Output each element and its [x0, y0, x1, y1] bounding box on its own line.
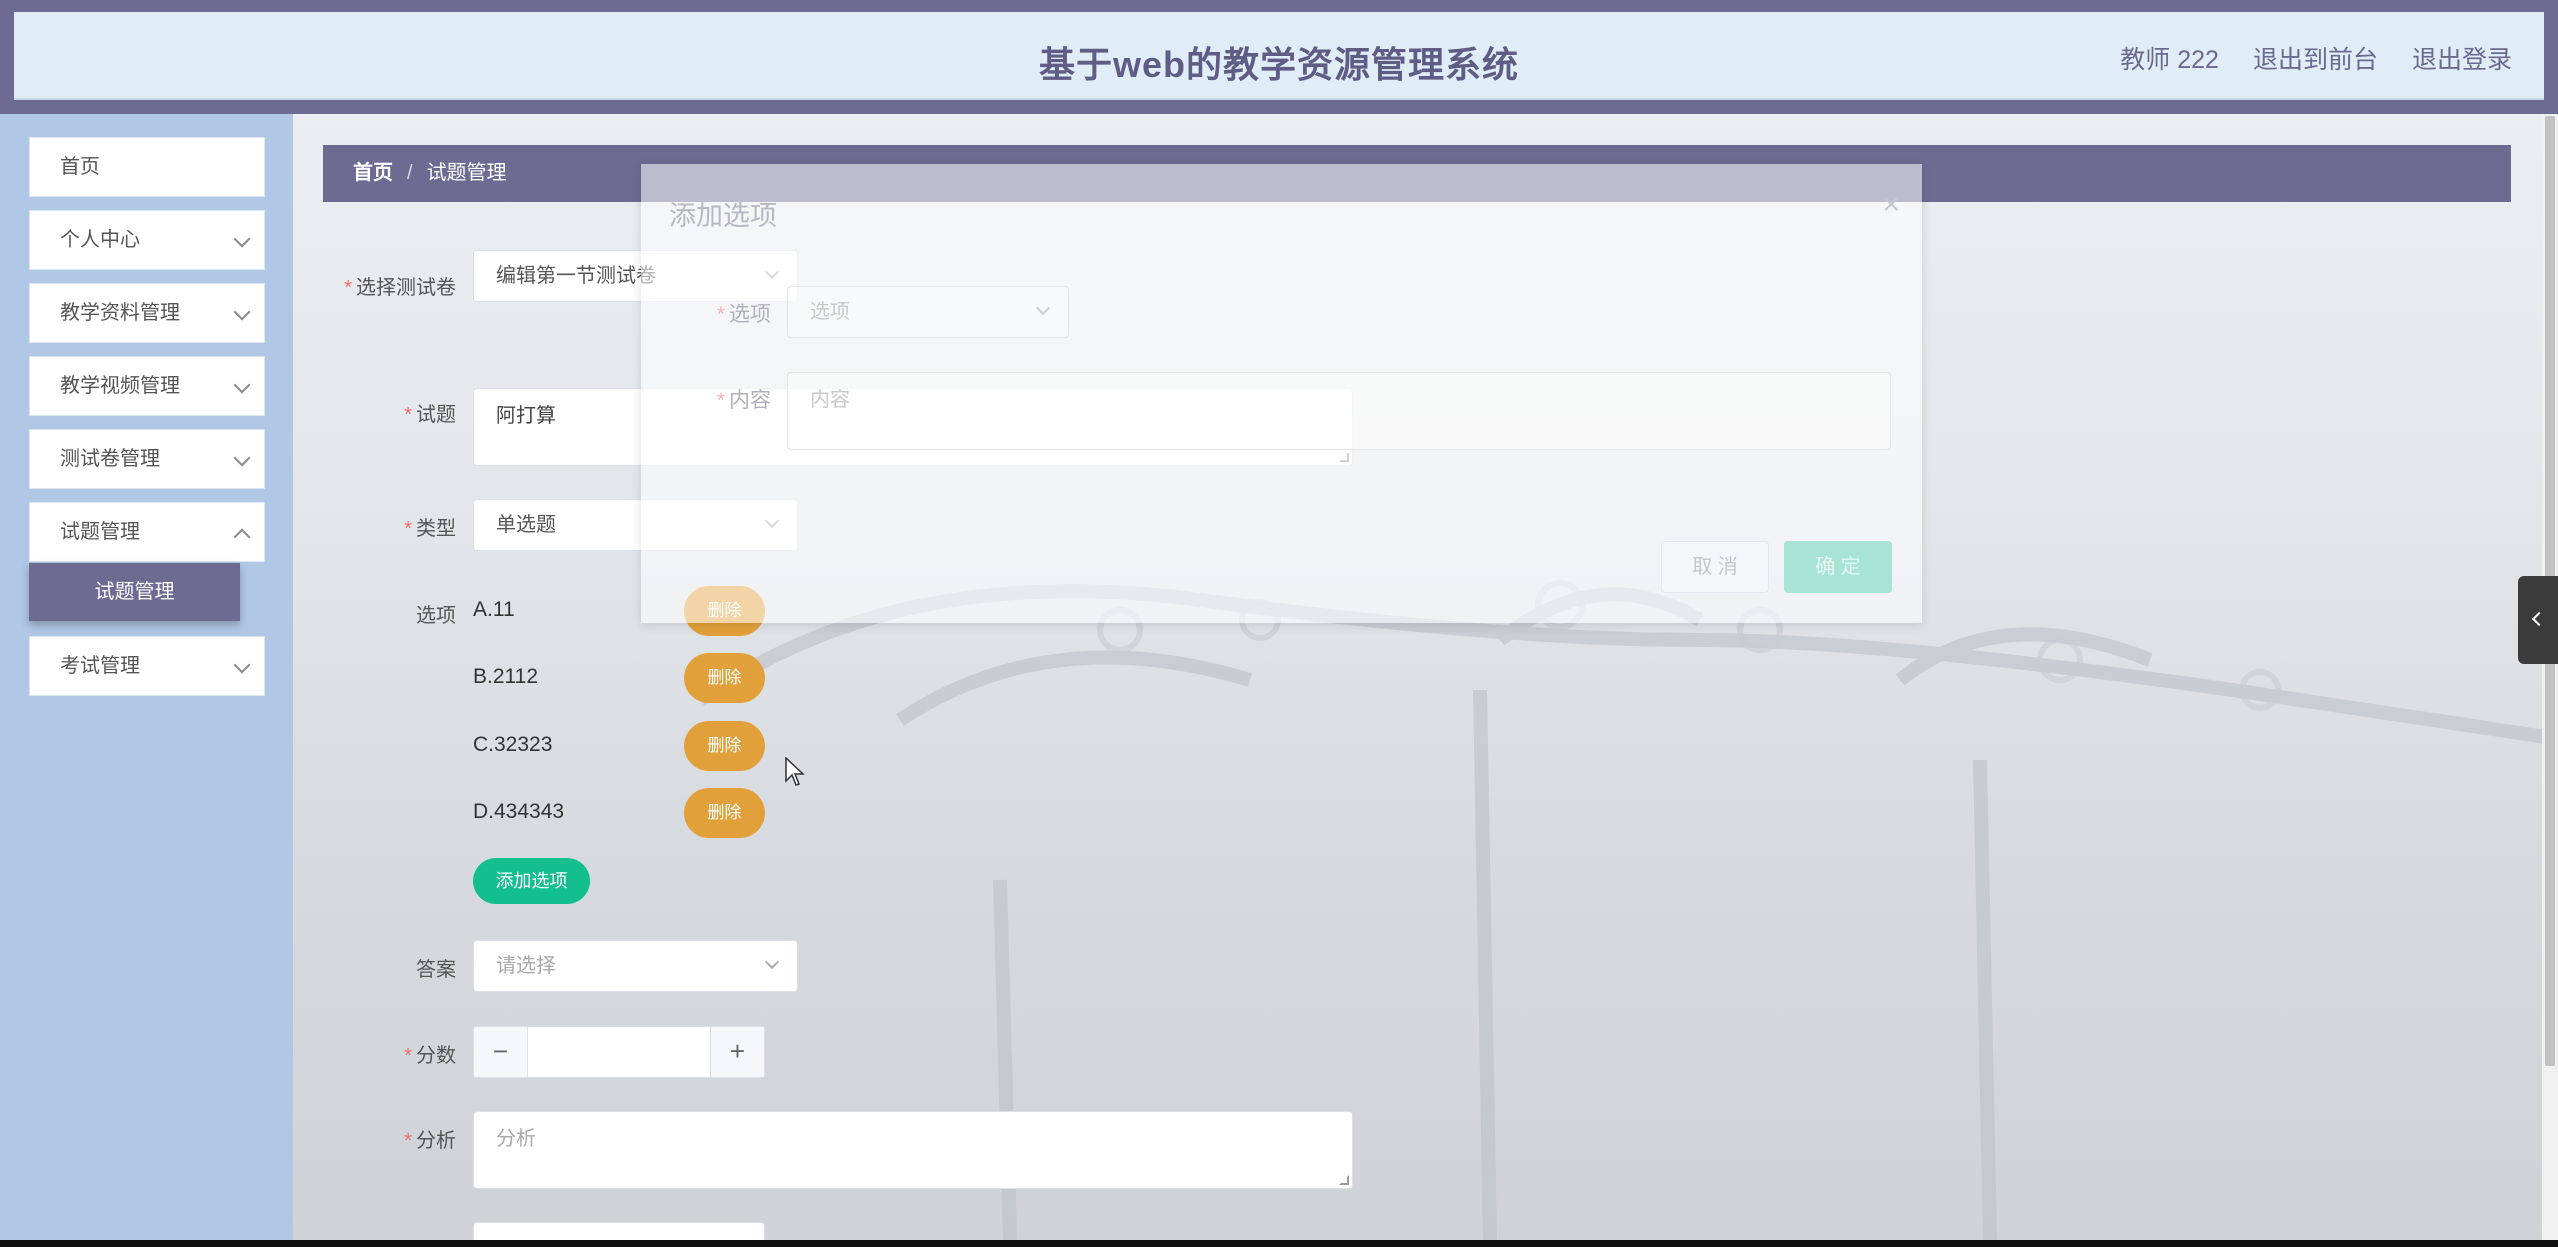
options-label: 选项 — [416, 605, 456, 627]
score-label: * 分数 — [404, 1045, 456, 1067]
dialog-title: 添加选项 — [669, 201, 777, 231]
cancel-button[interactable]: 取 消 — [1661, 541, 1769, 593]
question-value: 阿打算 — [496, 405, 556, 427]
resize-handle-icon[interactable] — [1339, 1175, 1349, 1185]
decrement-button[interactable]: − — [474, 1027, 528, 1077]
side-panel-toggle[interactable] — [2518, 576, 2558, 664]
user-name[interactable]: 教师 222 — [2120, 40, 2219, 76]
breadcrumb-separator: / — [407, 162, 413, 184]
chevron-down-icon — [764, 954, 780, 970]
sidebar-item-materials[interactable]: 教学资料管理 — [29, 283, 265, 343]
sidebar-item-label: 个人中心 — [60, 229, 140, 251]
analysis-label: * 分析 — [404, 1130, 456, 1152]
sidebar-item-questions[interactable]: 试题管理 — [29, 502, 265, 562]
option-item: B.2112 — [473, 665, 538, 688]
chevron-left-icon — [2531, 611, 2547, 627]
add-option-dialog: 添加选项 × * 选项 选项 * 内容 内容 取 消 确 定 — [641, 164, 1922, 623]
sidebar-item-label: 考试管理 — [60, 655, 140, 677]
dialog-content-label: * 内容 — [716, 389, 771, 412]
chevron-down-icon — [233, 230, 251, 248]
chevron-up-icon — [233, 528, 251, 546]
sidebar-item-test-papers[interactable]: 测试卷管理 — [29, 429, 265, 489]
chevron-down-icon — [1035, 300, 1051, 316]
dialog-option-select[interactable]: 选项 — [787, 286, 1069, 338]
paper-select-value: 编辑第一节测试卷 — [496, 265, 656, 287]
sidebar-item-label: 教学资料管理 — [60, 302, 180, 324]
submenu-item-questions[interactable]: 试题管理 — [29, 563, 240, 621]
increment-button[interactable]: + — [710, 1027, 764, 1077]
option-item: C.32323 — [473, 733, 553, 756]
type-select-value: 单选题 — [496, 514, 556, 536]
chevron-down-icon — [233, 656, 251, 674]
dialog-content-textarea[interactable]: 内容 — [787, 372, 1891, 450]
analysis-placeholder: 分析 — [496, 1128, 536, 1150]
chevron-down-icon — [233, 449, 251, 467]
add-option-button[interactable]: 添加选项 — [473, 858, 590, 904]
logout-link[interactable]: 退出登录 — [2412, 40, 2512, 76]
sidebar: 首页 个人中心 教学资料管理 教学视频管理 测试卷管理 试题管理 试题管理 考试… — [0, 114, 293, 1247]
delete-option-button[interactable]: 删除 — [684, 721, 765, 771]
score-input[interactable] — [528, 1027, 710, 1077]
delete-option-button[interactable]: 删除 — [684, 653, 765, 703]
close-icon[interactable]: × — [1882, 188, 1900, 222]
chevron-down-icon — [233, 303, 251, 321]
dialog-option-placeholder: 选项 — [810, 301, 850, 323]
dialog-option-label: * 选项 — [716, 303, 771, 326]
confirm-button[interactable]: 确 定 — [1784, 541, 1892, 593]
top-strip — [0, 0, 2558, 12]
back-to-front-link[interactable]: 退出到前台 — [2253, 40, 2378, 76]
paper-label: * 选择测试卷 — [344, 277, 456, 299]
sidebar-item-label: 测试卷管理 — [60, 448, 160, 470]
sidebar-item-label: 教学视频管理 — [60, 375, 180, 397]
question-label: * 试题 — [404, 404, 456, 426]
bottom-edge — [0, 1240, 2558, 1247]
sidebar-item-exams[interactable]: 考试管理 — [29, 636, 265, 696]
option-item: A.11 — [473, 598, 515, 621]
sidebar-item-home[interactable]: 首页 — [29, 137, 265, 197]
sidebar-item-videos[interactable]: 教学视频管理 — [29, 356, 265, 416]
analysis-textarea[interactable]: 分析 — [473, 1111, 1353, 1189]
score-stepper: − + — [473, 1026, 765, 1078]
option-item: D.434343 — [473, 800, 565, 823]
sidebar-item-label: 首页 — [60, 156, 100, 178]
answer-select[interactable]: 请选择 — [473, 940, 798, 992]
header-panel: 基于web的教学资源管理系统 教师 222 退出到前台 退出登录 — [14, 12, 2544, 100]
sidebar-item-personal-center[interactable]: 个人中心 — [29, 210, 265, 270]
breadcrumb-home[interactable]: 首页 — [353, 162, 393, 184]
sidebar-item-label: 试题管理 — [60, 521, 140, 543]
delete-option-button[interactable]: 删除 — [684, 788, 765, 838]
answer-placeholder: 请选择 — [496, 955, 556, 977]
answer-label: 答案 — [416, 959, 456, 981]
chevron-down-icon — [233, 376, 251, 394]
type-label: * 类型 — [404, 518, 456, 540]
breadcrumb-current: 试题管理 — [426, 162, 507, 184]
header-links: 教师 222 退出到前台 退出登录 — [2120, 40, 2512, 76]
app-header: 基于web的教学资源管理系统 教师 222 退出到前台 退出登录 — [0, 12, 2558, 114]
dialog-content-placeholder: 内容 — [810, 389, 850, 411]
